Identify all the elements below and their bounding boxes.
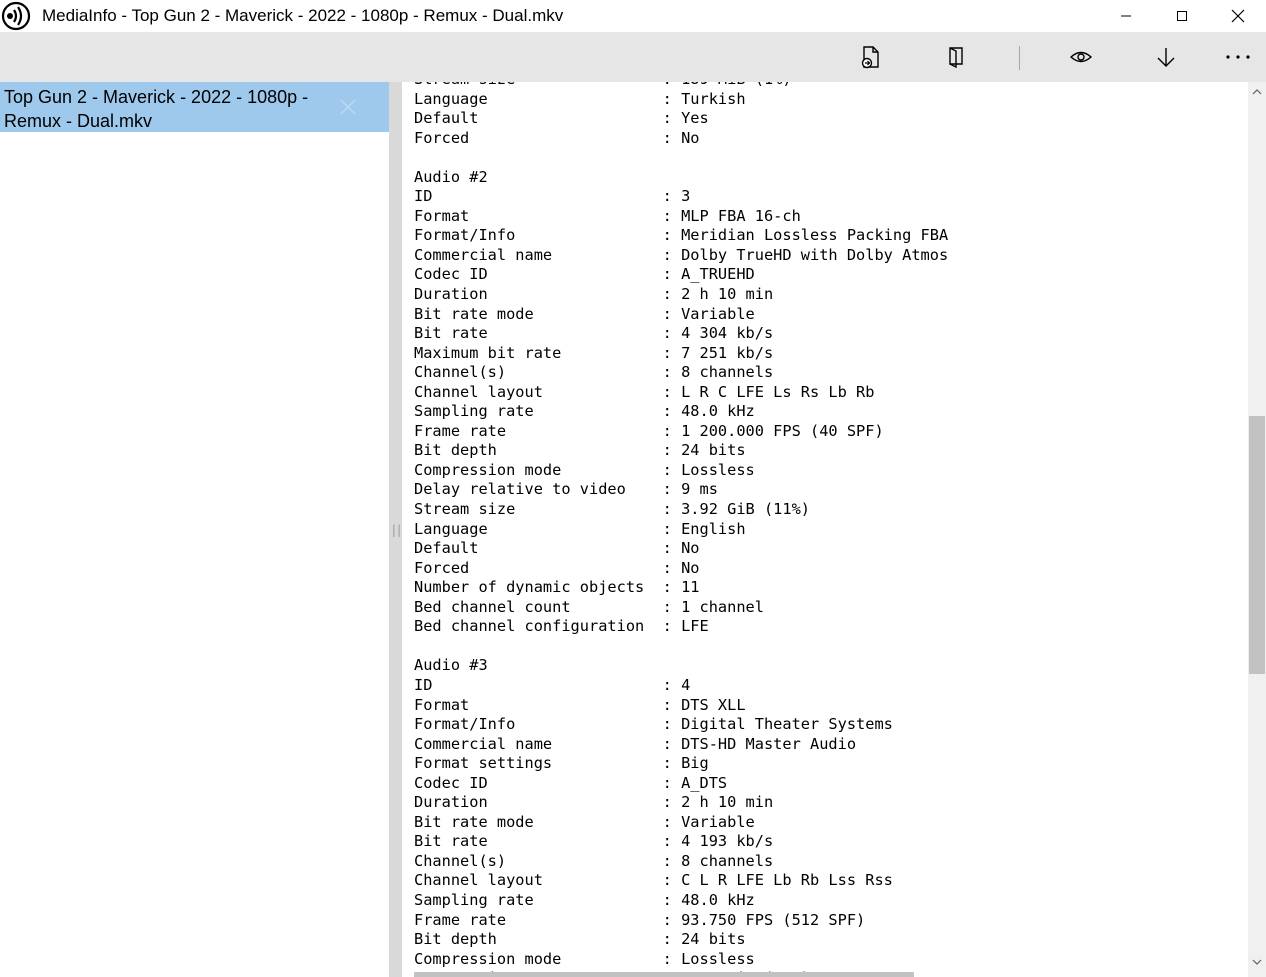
info-line: ID : 4 bbox=[414, 675, 691, 694]
info-line: Codec ID : A_TRUEHD bbox=[414, 265, 755, 284]
info-line: Forced : No bbox=[414, 128, 700, 147]
splitter-grip-icon: || bbox=[390, 522, 403, 537]
info-line: ID : 3 bbox=[414, 187, 691, 206]
toolbar bbox=[0, 32, 1266, 82]
info-line: Commercial name : Dolby TrueHD with Dolb… bbox=[414, 245, 949, 264]
info-line: Channel(s) : 8 channels bbox=[414, 363, 774, 382]
export-button[interactable] bbox=[1145, 39, 1187, 75]
info-line: Bit rate : 4 304 kb/s bbox=[414, 324, 774, 343]
info-line bbox=[414, 637, 948, 657]
title-bar: MediaInfo - Top Gun 2 - Maverick - 2022 … bbox=[0, 0, 1266, 32]
file-list: Top Gun 2 - Maverick - 2022 - 1080p - Re… bbox=[0, 82, 389, 977]
media-info-panel: Stream size : 189 MiB (1%)Language : Tur… bbox=[402, 82, 1266, 977]
info-line: Audio #3 bbox=[414, 656, 488, 675]
maximize-icon bbox=[1177, 11, 1187, 21]
mediainfo-logo-icon bbox=[0, 0, 32, 32]
maximize-button[interactable] bbox=[1154, 0, 1210, 32]
more-button[interactable] bbox=[1217, 39, 1259, 75]
arrow-down-icon bbox=[1157, 48, 1175, 67]
info-line: Format/Info : Digital Theater Systems bbox=[414, 715, 893, 734]
open-file-button[interactable] bbox=[850, 39, 892, 75]
chevron-down-icon[interactable] bbox=[1251, 956, 1263, 968]
info-line: Bed channel count : 1 channel bbox=[414, 597, 764, 616]
info-line: Compression mode : Lossless bbox=[414, 949, 755, 968]
minimize-button[interactable] bbox=[1098, 0, 1154, 32]
info-line: Delay relative to video : 9 ms bbox=[414, 480, 718, 499]
info-line: Audio #2 bbox=[414, 167, 488, 186]
info-line: Sampling rate : 48.0 kHz bbox=[414, 402, 755, 421]
info-line: Format/Info : Meridian Lossless Packing … bbox=[414, 226, 949, 245]
media-info-text: Stream size : 189 MiB (1%)Language : Tur… bbox=[414, 82, 948, 977]
info-line: Compression mode : Lossless bbox=[414, 460, 755, 479]
info-line: Number of dynamic objects : 11 bbox=[414, 578, 700, 597]
info-line: Stream size : 3.92 GiB (11%) bbox=[414, 500, 811, 519]
info-line: Bit rate mode : Variable bbox=[414, 304, 755, 323]
info-line: Language : English bbox=[414, 519, 746, 538]
info-line: Maximum bit rate : 7 251 kb/s bbox=[414, 343, 774, 362]
open-file-icon bbox=[861, 46, 879, 69]
info-line: Language : Turkish bbox=[414, 89, 746, 108]
info-line: Frame rate : 1 200.000 FPS (40 SPF) bbox=[414, 421, 884, 440]
info-line: Duration : 2 h 10 min bbox=[414, 285, 774, 304]
info-line: Format : MLP FBA 16-ch bbox=[414, 206, 801, 225]
info-line: Forced : No bbox=[414, 558, 700, 577]
close-window-button[interactable] bbox=[1210, 0, 1266, 32]
info-line: Format settings : Big bbox=[414, 754, 709, 773]
open-folder-button[interactable] bbox=[935, 39, 977, 75]
pane-splitter[interactable]: || bbox=[389, 82, 403, 977]
info-line: Sampling rate : 48.0 kHz bbox=[414, 890, 755, 909]
vertical-scrollbar-thumb[interactable] bbox=[1249, 416, 1265, 674]
toolbar-separator bbox=[1019, 46, 1020, 70]
info-line: Bed channel configuration : LFE bbox=[414, 617, 709, 636]
info-line: Commercial name : DTS-HD Master Audio bbox=[414, 734, 857, 753]
info-line: Duration : 2 h 10 min bbox=[414, 793, 774, 812]
info-line: Channel(s) : 8 channels bbox=[414, 851, 774, 870]
vertical-scrollbar[interactable] bbox=[1248, 82, 1266, 977]
info-line: Default : Yes bbox=[414, 109, 709, 128]
chevron-up-icon[interactable] bbox=[1251, 86, 1263, 98]
info-line: Bit rate : 4 193 kb/s bbox=[414, 832, 774, 851]
info-line: Channel layout : L R C LFE Ls Rs Lb Rb bbox=[414, 382, 875, 401]
more-icon bbox=[1226, 55, 1250, 59]
file-list-item[interactable]: Top Gun 2 - Maverick - 2022 - 1080p - Re… bbox=[0, 82, 389, 132]
open-folder-icon bbox=[949, 47, 963, 69]
info-line: Codec ID : A_DTS bbox=[414, 773, 728, 792]
info-line: Format : DTS XLL bbox=[414, 695, 746, 714]
info-line: Stream size : 189 MiB (1%) bbox=[414, 82, 948, 90]
horizontal-scrollbar-thumb[interactable] bbox=[414, 972, 914, 977]
info-line: Bit depth : 24 bits bbox=[414, 930, 746, 949]
view-button[interactable] bbox=[1060, 39, 1102, 75]
window-title: MediaInfo - Top Gun 2 - Maverick - 2022 … bbox=[42, 6, 564, 25]
minimize-icon bbox=[1121, 15, 1131, 17]
info-line bbox=[414, 148, 948, 168]
close-icon bbox=[1231, 9, 1245, 23]
info-line: Default : No bbox=[414, 539, 700, 558]
info-line: Channel layout : C L R LFE Lb Rb Lss Rss bbox=[414, 871, 893, 890]
file-name: Top Gun 2 - Maverick - 2022 - 1080p - Re… bbox=[4, 87, 309, 131]
info-line: Bit rate mode : Variable bbox=[414, 812, 755, 831]
info-line: Bit depth : 24 bits bbox=[414, 441, 746, 460]
close-file-icon[interactable] bbox=[338, 97, 358, 117]
info-line: Frame rate : 93.750 FPS (512 SPF) bbox=[414, 910, 866, 929]
eye-icon bbox=[1069, 51, 1093, 63]
